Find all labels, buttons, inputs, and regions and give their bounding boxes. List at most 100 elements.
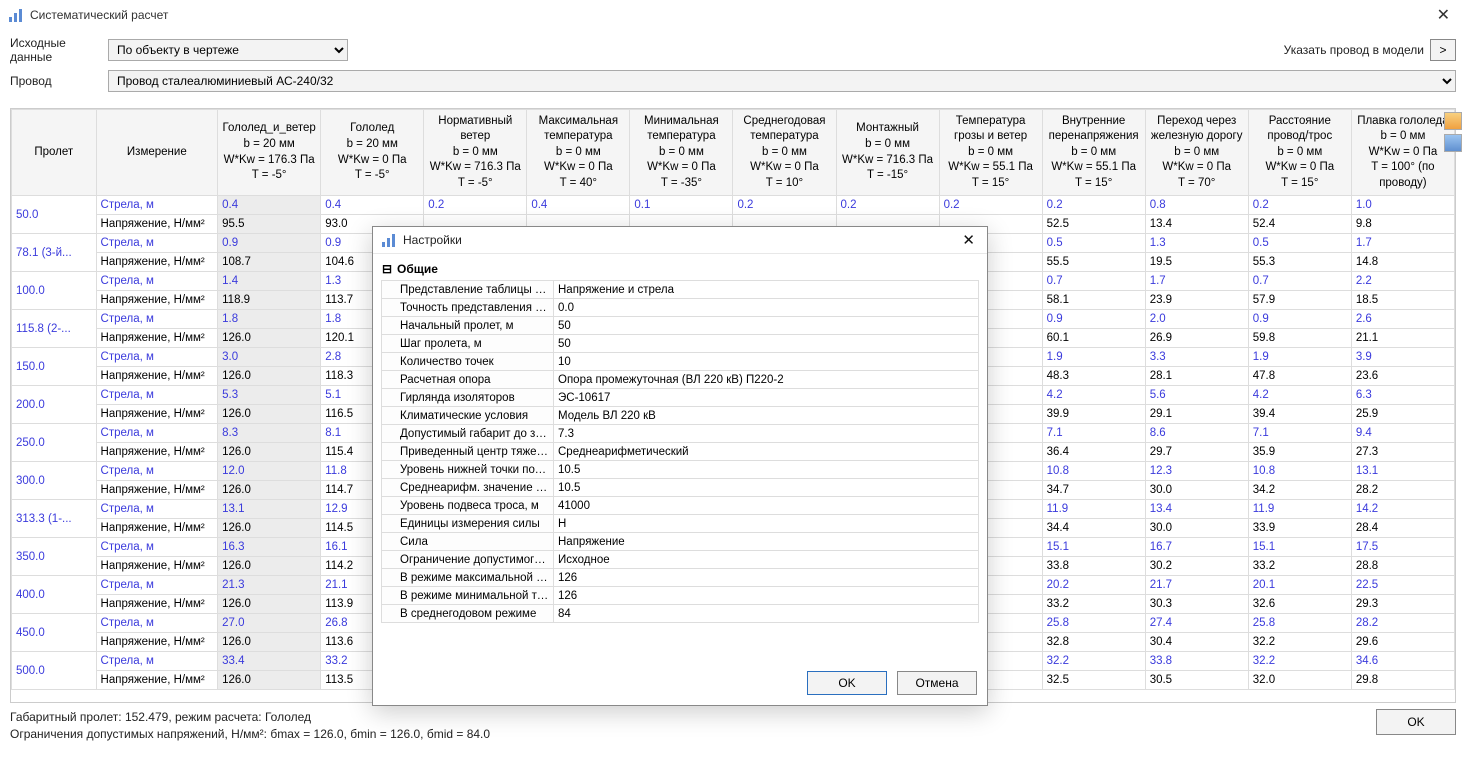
data-cell[interactable]: 23.6: [1351, 367, 1454, 386]
data-cell[interactable]: 30.0: [1145, 519, 1248, 538]
data-cell[interactable]: 28.2: [1351, 481, 1454, 500]
data-cell[interactable]: 47.8: [1248, 367, 1351, 386]
column-header[interactable]: Расстояниепровод/тросb = 0 ммW*Kw = 0 Па…: [1248, 110, 1351, 196]
data-cell[interactable]: 17.5: [1351, 538, 1454, 557]
property-row[interactable]: Уровень нижней точки подве...10.5: [382, 461, 979, 479]
property-row[interactable]: Климатические условияМодель ВЛ 220 кВ: [382, 407, 979, 425]
group-header[interactable]: ⊟ Общие: [381, 260, 979, 280]
data-cell[interactable]: 0.2: [939, 196, 1042, 215]
data-cell[interactable]: 1.7: [1351, 234, 1454, 253]
data-cell[interactable]: 21.3: [218, 576, 321, 595]
data-cell[interactable]: 30.3: [1145, 595, 1248, 614]
data-cell[interactable]: 33.2: [1248, 557, 1351, 576]
data-cell[interactable]: 29.3: [1351, 595, 1454, 614]
data-cell[interactable]: 29.7: [1145, 443, 1248, 462]
data-cell[interactable]: 7.1: [1248, 424, 1351, 443]
data-cell[interactable]: 32.2: [1248, 633, 1351, 652]
data-cell[interactable]: 0.1: [630, 196, 733, 215]
data-cell[interactable]: 32.6: [1248, 595, 1351, 614]
data-cell[interactable]: 28.1: [1145, 367, 1248, 386]
data-cell[interactable]: 33.2: [1042, 595, 1145, 614]
property-row[interactable]: Уровень подвеса троса, м41000: [382, 497, 979, 515]
data-cell[interactable]: 7.1: [1042, 424, 1145, 443]
data-cell[interactable]: 20.2: [1042, 576, 1145, 595]
data-cell[interactable]: 0.5: [1248, 234, 1351, 253]
data-cell[interactable]: 18.5: [1351, 291, 1454, 310]
span-cell[interactable]: 300.0: [12, 462, 97, 500]
data-cell[interactable]: 16.7: [1145, 538, 1248, 557]
data-cell[interactable]: 12.0: [218, 462, 321, 481]
property-row[interactable]: Приведенный центр тяжестиСреднеарифметич…: [382, 443, 979, 461]
span-cell[interactable]: 313.3 (1-...: [12, 500, 97, 538]
property-row[interactable]: Начальный пролет, м50: [382, 317, 979, 335]
data-cell[interactable]: 34.6: [1351, 652, 1454, 671]
data-cell[interactable]: 52.5: [1042, 215, 1145, 234]
data-cell[interactable]: 21.1: [1351, 329, 1454, 348]
data-cell[interactable]: 1.4: [218, 272, 321, 291]
property-row[interactable]: Гирлянда изоляторовЭС-10617: [382, 389, 979, 407]
property-value[interactable]: ЭС-10617: [554, 389, 979, 407]
data-cell[interactable]: 9.4: [1351, 424, 1454, 443]
span-cell[interactable]: 150.0: [12, 348, 97, 386]
data-cell[interactable]: 13.4: [1145, 215, 1248, 234]
data-cell[interactable]: 55.3: [1248, 253, 1351, 272]
property-value[interactable]: Н: [554, 515, 979, 533]
data-cell[interactable]: 6.3: [1351, 386, 1454, 405]
data-cell[interactable]: 1.9: [1248, 348, 1351, 367]
span-cell[interactable]: 115.8 (2-...: [12, 310, 97, 348]
data-cell[interactable]: 34.4: [1042, 519, 1145, 538]
data-cell[interactable]: 13.1: [1351, 462, 1454, 481]
data-cell[interactable]: 13.1: [218, 500, 321, 519]
data-cell[interactable]: 32.0: [1248, 671, 1351, 690]
toolbar-icon-2[interactable]: [1444, 134, 1462, 152]
data-cell[interactable]: 34.2: [1248, 481, 1351, 500]
data-cell[interactable]: 32.5: [1042, 671, 1145, 690]
data-cell[interactable]: 28.8: [1351, 557, 1454, 576]
data-cell[interactable]: 1.7: [1145, 272, 1248, 291]
data-cell[interactable]: 0.4: [321, 196, 424, 215]
data-cell[interactable]: 3.3: [1145, 348, 1248, 367]
column-header[interactable]: Максимальнаятемператураb = 0 ммW*Kw = 0 …: [527, 110, 630, 196]
property-value[interactable]: 50: [554, 317, 979, 335]
data-cell[interactable]: 4.2: [1042, 386, 1145, 405]
dialog-ok-button[interactable]: OK: [807, 671, 887, 695]
property-value[interactable]: Опора промежуточная (ВЛ 220 кВ) П220-2: [554, 371, 979, 389]
data-cell[interactable]: 126.0: [218, 519, 321, 538]
property-value[interactable]: Напряжение и стрела: [554, 281, 979, 299]
span-cell[interactable]: 500.0: [12, 652, 97, 690]
data-cell[interactable]: 1.8: [218, 310, 321, 329]
property-value[interactable]: 50: [554, 335, 979, 353]
property-value[interactable]: 10.5: [554, 479, 979, 497]
column-header[interactable]: Минимальнаятемператураb = 0 ммW*Kw = 0 П…: [630, 110, 733, 196]
property-value[interactable]: 84: [554, 605, 979, 623]
data-cell[interactable]: 25.8: [1042, 614, 1145, 633]
data-cell[interactable]: 126.0: [218, 367, 321, 386]
data-cell[interactable]: 0.2: [733, 196, 836, 215]
span-cell[interactable]: 350.0: [12, 538, 97, 576]
property-row[interactable]: СилаНапряжение: [382, 533, 979, 551]
data-cell[interactable]: 33.8: [1145, 652, 1248, 671]
data-cell[interactable]: 30.0: [1145, 481, 1248, 500]
span-cell[interactable]: 250.0: [12, 424, 97, 462]
data-cell[interactable]: 35.9: [1248, 443, 1351, 462]
data-cell[interactable]: 126.0: [218, 595, 321, 614]
data-cell[interactable]: 126.0: [218, 443, 321, 462]
data-cell[interactable]: 25.9: [1351, 405, 1454, 424]
source-select[interactable]: По объекту в чертеже: [108, 39, 348, 61]
property-value[interactable]: Среднеарифметический: [554, 443, 979, 461]
data-cell[interactable]: 29.1: [1145, 405, 1248, 424]
column-header[interactable]: Гололедb = 20 ммW*Kw = 0 ПаT = -5°: [321, 110, 424, 196]
data-cell[interactable]: 4.2: [1248, 386, 1351, 405]
data-cell[interactable]: 11.9: [1248, 500, 1351, 519]
data-cell[interactable]: 27.3: [1351, 443, 1454, 462]
data-cell[interactable]: 11.9: [1042, 500, 1145, 519]
column-header[interactable]: Монтажныйb = 0 ммW*Kw = 716.3 ПаT = -15°: [836, 110, 939, 196]
data-cell[interactable]: 0.5: [1042, 234, 1145, 253]
data-cell[interactable]: 14.2: [1351, 500, 1454, 519]
data-cell[interactable]: 36.4: [1042, 443, 1145, 462]
data-cell[interactable]: 118.9: [218, 291, 321, 310]
data-cell[interactable]: 29.8: [1351, 671, 1454, 690]
data-cell[interactable]: 23.9: [1145, 291, 1248, 310]
data-cell[interactable]: 33.8: [1042, 557, 1145, 576]
go-button[interactable]: >: [1430, 39, 1456, 61]
